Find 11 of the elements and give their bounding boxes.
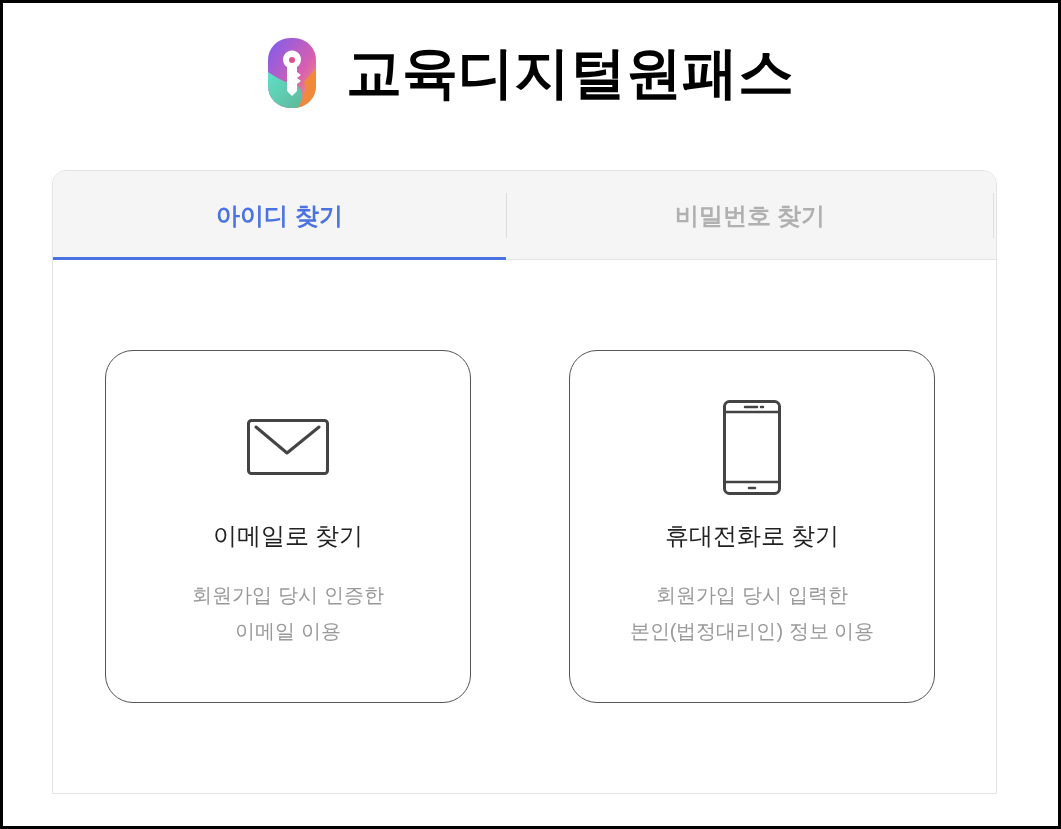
tab[interactable]: 아이디 찾기 xyxy=(53,171,506,260)
option-title: 이메일로 찾기 xyxy=(212,521,364,551)
envelope-icon xyxy=(247,419,329,475)
option-title: 휴대전화로 찾기 xyxy=(664,521,840,551)
site-title: 교육디지털원패스 xyxy=(345,41,794,105)
key-logo-icon xyxy=(267,38,316,108)
smartphone-icon xyxy=(723,399,781,495)
option-card[interactable]: 휴대전화로 찾기 회원가입 당시 입력한 본인(법정대리인) 정보 이용 xyxy=(569,350,935,703)
option-description: 회원가입 당시 인증한 이메일 이용 xyxy=(192,583,384,644)
option-card[interactable]: 이메일로 찾기 회원가입 당시 인증한 이메일 이용 xyxy=(105,350,471,703)
option-description: 회원가입 당시 입력한 본인(법정대리인) 정보 이용 xyxy=(629,583,875,644)
